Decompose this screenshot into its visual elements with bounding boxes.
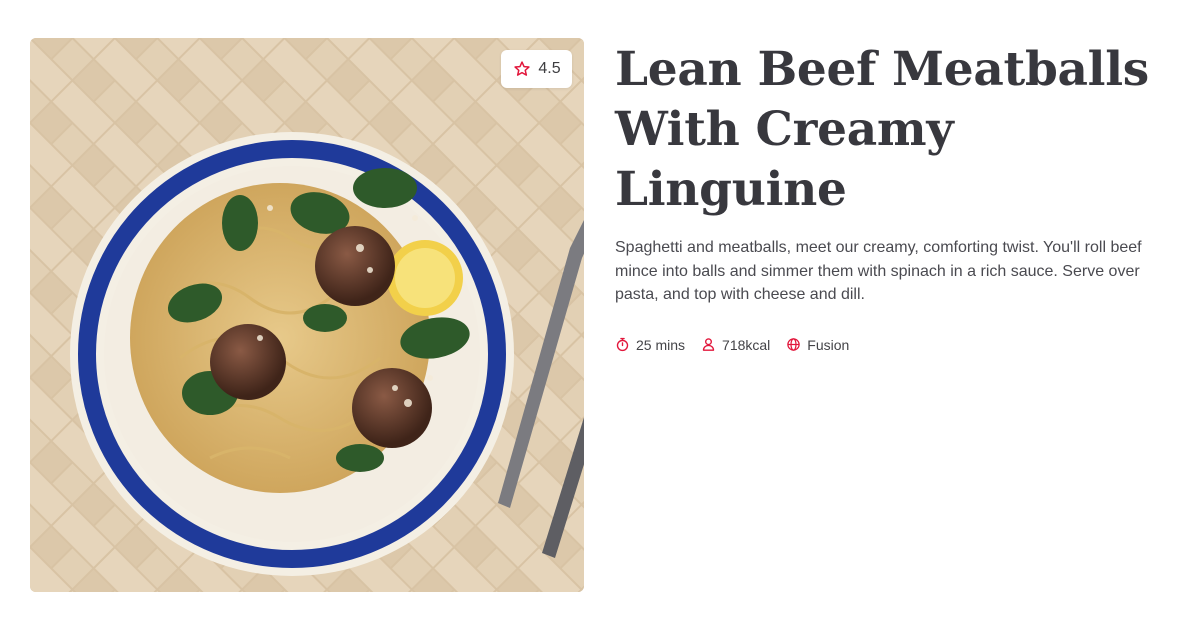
timer-icon — [615, 337, 630, 352]
recipe-meta: 25 mins 718kcal Fusion — [615, 337, 1155, 353]
recipe-content: Lean Beef Meatballs With Creamy Linguine… — [615, 40, 1155, 353]
meta-cuisine: Fusion — [786, 337, 849, 353]
meta-cuisine-label: Fusion — [807, 336, 850, 353]
recipe-description: Spaghetti and meatballs, meet our creamy… — [615, 239, 1142, 303]
globe-icon — [786, 337, 801, 352]
person-icon — [701, 337, 716, 352]
recipe-title: Lean Beef Meatballs With Creamy Linguine — [615, 40, 1155, 220]
meta-time-label: 25 mins — [636, 336, 686, 353]
meta-calories: 718kcal — [701, 337, 770, 353]
star-icon — [512, 59, 532, 79]
meta-time: 25 mins — [615, 337, 685, 353]
recipe-title-line2: With Creamy Linguine — [615, 102, 954, 217]
recipe-title-line1: Lean Beef Meatballs — [615, 42, 1149, 97]
rating-badge: 4.5 — [501, 50, 572, 88]
rating-value: 4.5 — [538, 60, 561, 77]
meta-calories-label: 718kcal — [722, 336, 771, 353]
recipe-photo — [30, 38, 584, 592]
